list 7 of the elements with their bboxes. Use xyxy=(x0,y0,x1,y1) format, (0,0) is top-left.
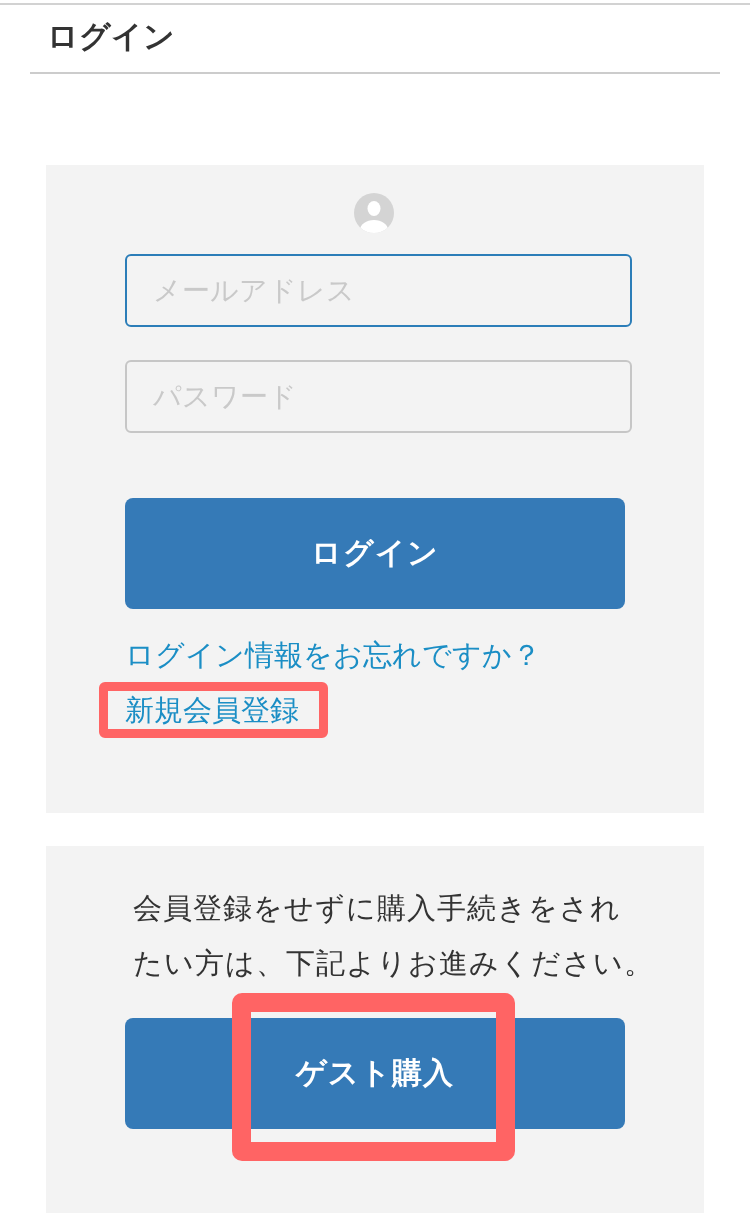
register-link[interactable]: 新規会員登録 xyxy=(125,689,299,731)
login-button[interactable]: ログイン xyxy=(125,498,625,609)
forgot-login-link[interactable]: ログイン情報をお忘れですか？ xyxy=(125,634,541,676)
guest-purchase-button[interactable]: ゲスト購入 xyxy=(125,1018,625,1129)
user-avatar-icon xyxy=(354,193,394,233)
guest-note: 会員登録をせずに購入手続きをされ たい方は、下記よりお進みください。 xyxy=(133,890,655,982)
page-title: ログイン xyxy=(47,17,176,56)
